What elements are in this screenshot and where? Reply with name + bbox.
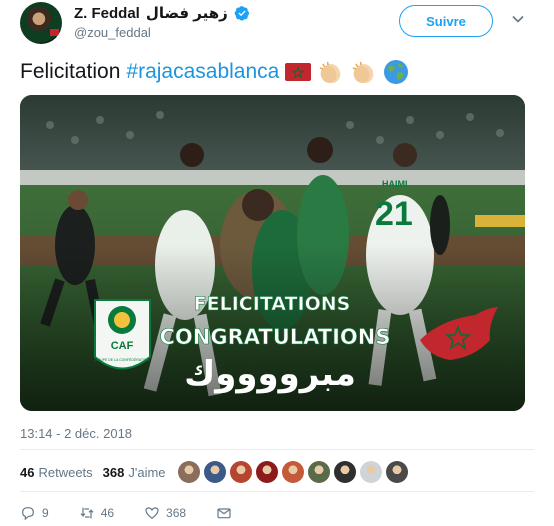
liker-avatar[interactable] <box>230 461 252 483</box>
tweet-timestamp[interactable]: 13:14 - 2 déc. 2018 <box>20 426 132 441</box>
caf-badge-subtext: COUPE DE LA CONFÉDÉRATION <box>95 357 150 362</box>
jersey-number: 21 <box>375 195 413 233</box>
author-handle[interactable]: @zou_feddal <box>74 25 151 40</box>
hashtag-link[interactable]: #rajacasablanca <box>126 60 279 84</box>
retweet-action[interactable]: 46 <box>79 505 114 521</box>
message-action[interactable] <box>216 505 232 521</box>
tweet-actions: 9 46 368 <box>20 504 262 522</box>
retweet-icon <box>80 507 94 519</box>
caf-badge-text: CAF <box>111 340 134 352</box>
retweets-stat[interactable]: 46 Retweets <box>20 465 93 480</box>
retweet-count: 46 <box>100 506 115 520</box>
liker-avatar[interactable] <box>256 461 278 483</box>
retweets-label: Retweets <box>38 464 93 480</box>
follow-button[interactable]: Suivre <box>399 5 493 37</box>
clapping-hands-icon <box>352 61 374 83</box>
overlay-felicitations: FELICITATIONS <box>194 293 351 315</box>
author-name-row[interactable]: Z. Feddal زهير فضال <box>74 4 250 22</box>
tweet-header: Z. Feddal زهير فضال @zou_feddal Suivre <box>0 0 554 50</box>
likes-count: 368 <box>102 464 125 480</box>
chevron-down-icon[interactable] <box>511 12 525 26</box>
likes-stat[interactable]: 368 J'aime <box>103 465 166 480</box>
likes-label: J'aime <box>128 464 166 480</box>
author-name-arabic[interactable]: زهير فضال <box>146 4 228 22</box>
liker-avatar[interactable] <box>334 461 356 483</box>
verified-badge-icon <box>234 6 249 21</box>
heart-icon <box>145 507 159 520</box>
tweet-photo[interactable]: HAIMI 21 CAF COUPE DE LA CONFÉDÉRATION F… <box>20 95 525 411</box>
tweet-text: Felicitation #rajacasablanca <box>20 57 409 87</box>
liker-avatar[interactable] <box>204 461 226 483</box>
divider <box>20 449 534 450</box>
photo-scene: HAIMI 21 CAF COUPE DE LA CONFÉDÉRATION F… <box>20 95 525 411</box>
overlay-arabic: مبرووووك <box>184 354 356 394</box>
reply-action[interactable]: 9 <box>20 505 49 521</box>
liker-avatar[interactable] <box>360 461 382 483</box>
retweets-count: 46 <box>20 464 35 480</box>
engagement-stats: 46 Retweets 368 J'aime <box>20 461 166 483</box>
divider <box>20 491 534 492</box>
liker-avatar[interactable] <box>308 461 330 483</box>
like-action[interactable]: 368 <box>144 505 186 521</box>
envelope-icon <box>217 508 231 519</box>
caf-badge: CAF COUPE DE LA CONFÉDÉRATION <box>94 299 151 370</box>
flag-morocco-icon <box>285 63 312 81</box>
reply-icon <box>22 507 34 521</box>
author-name[interactable]: Z. Feddal <box>74 5 140 22</box>
likers-avatars <box>178 461 408 483</box>
liker-avatar[interactable] <box>282 461 304 483</box>
overlay-congratulations: CONGRATULATIONS <box>160 325 391 349</box>
avatar[interactable] <box>20 2 62 44</box>
like-count: 368 <box>166 506 187 520</box>
liker-avatar[interactable] <box>178 461 200 483</box>
liker-avatar[interactable] <box>386 461 408 483</box>
jersey-name: HAIMI <box>382 179 408 189</box>
globe-icon <box>384 60 409 84</box>
clapping-hands-icon <box>319 61 341 83</box>
tweet-text-body: Felicitation <box>20 60 121 83</box>
flag-icon <box>50 29 59 36</box>
reply-count: 9 <box>42 506 49 520</box>
